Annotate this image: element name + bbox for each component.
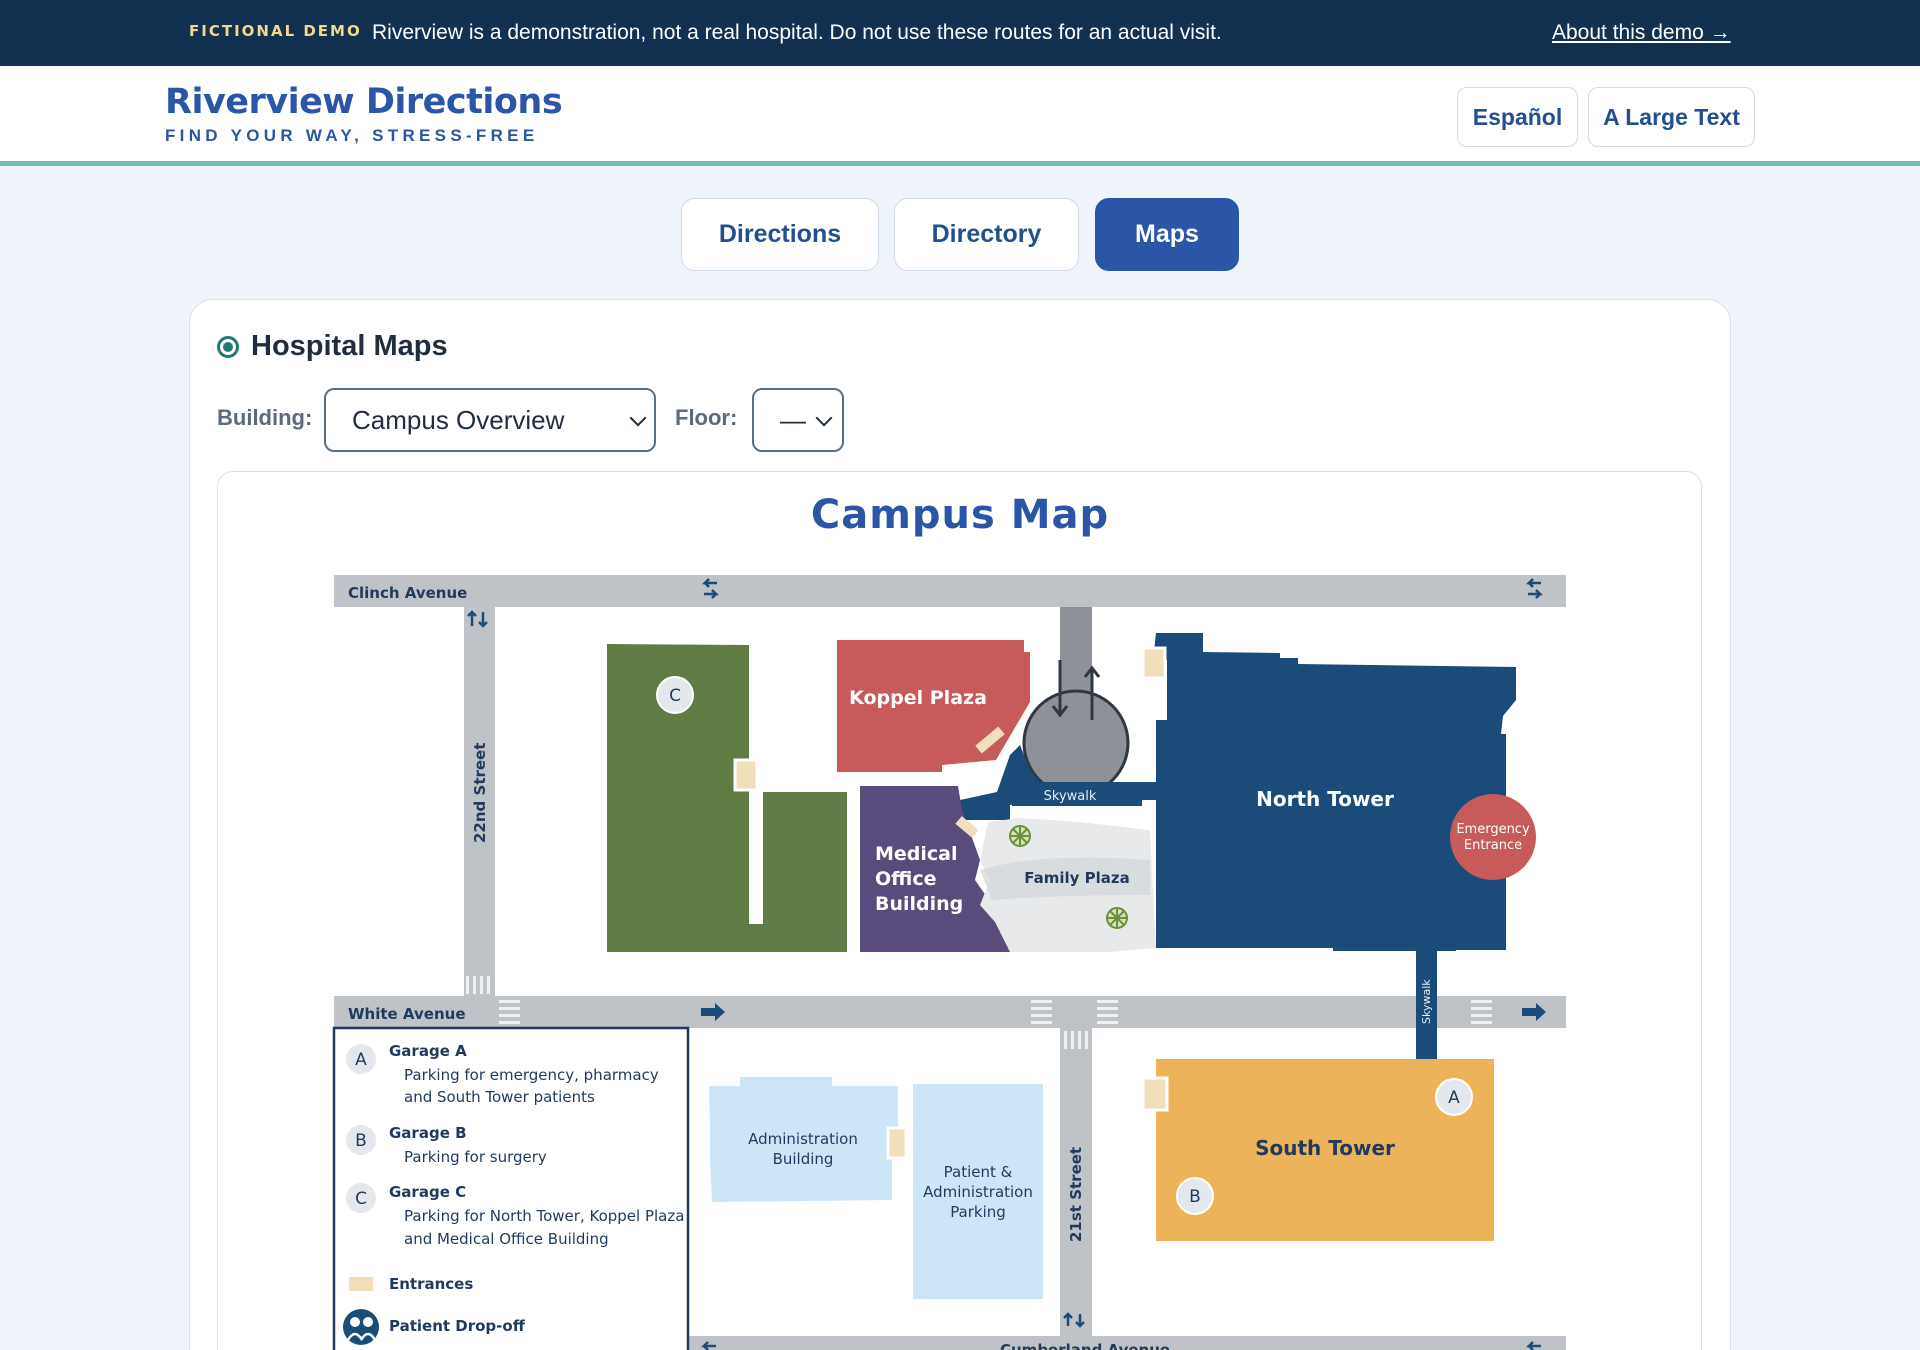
clinch-avenue-road [334, 575, 1566, 607]
legend-garage-a-title: Garage A [389, 1042, 467, 1060]
21st-street-label: 21st Street [1067, 1147, 1085, 1242]
tree-icon [1106, 907, 1128, 929]
cumberland-avenue-label: Cumberland Avenue [1000, 1341, 1170, 1350]
legend-garage-b-desc: Parking for surgery [404, 1148, 547, 1166]
south-tower-label[interactable]: South Tower [1255, 1136, 1395, 1160]
white-avenue-label: White Avenue [348, 1005, 466, 1023]
garage-a-icon-letter: A [355, 1050, 367, 1070]
floor-label: Floor: [675, 405, 738, 430]
family-plaza-label[interactable]: Family Plaza [1024, 869, 1130, 887]
legend-dropoff: Patient Drop-off [389, 1317, 526, 1335]
legend-garage-c-title: Garage C [389, 1183, 466, 1201]
skywalk-vertical-label: Skywalk [1420, 979, 1433, 1024]
map-pin-icon [217, 335, 239, 358]
entrance-marker [886, 1126, 908, 1160]
skywalk-label: Skywalk [1044, 789, 1097, 804]
admin-label-1[interactable]: Administration [748, 1130, 858, 1148]
legend-entrances: Entrances [389, 1275, 473, 1293]
garage-b-icon-letter: B [355, 1131, 367, 1151]
site-header: Riverview Directions FIND YOUR WAY, STRE… [0, 66, 1920, 166]
site-tagline: FIND YOUR WAY, STRESS-FREE [165, 126, 539, 145]
patient-dropoff-circle [1022, 689, 1130, 797]
legend-garage-c-desc-2: and Medical Office Building [404, 1230, 609, 1248]
mob-label-2: Office [875, 868, 937, 890]
entrance-marker [1141, 1076, 1169, 1112]
legend-garage-a-desc-2: and South Tower patients [404, 1088, 595, 1106]
garage-c-building [607, 644, 847, 952]
entrance-marker [1141, 646, 1167, 680]
emergency-entrance-label-2: Entrance [1464, 838, 1522, 853]
patient-dropoff-icon [343, 1309, 379, 1345]
parking-label-2: Administration [923, 1183, 1033, 1201]
parking-label-1[interactable]: Patient & [944, 1163, 1013, 1181]
building-select[interactable]: Campus Overview [324, 388, 656, 452]
floor-select[interactable]: — [752, 388, 844, 452]
chevron-down-icon [815, 409, 833, 427]
clinch-avenue-label: Clinch Avenue [348, 584, 467, 602]
chevron-down-icon [629, 409, 647, 427]
about-demo-link[interactable]: About this demo → [1552, 21, 1731, 45]
north-tower-label[interactable]: North Tower [1256, 787, 1394, 811]
building-label: Building: [217, 405, 313, 430]
garage-b-marker-label: B [1189, 1187, 1201, 1207]
garage-c-gap [749, 792, 763, 924]
building-select-value: Campus Overview [352, 404, 565, 435]
campus-map[interactable]: Clinch Avenue White Avenue Cumberland Av… [320, 560, 1590, 1350]
floor-select-value: — [780, 404, 806, 435]
entrance-marker [733, 758, 759, 792]
tab-directory[interactable]: Directory [894, 198, 1079, 271]
garage-c-marker-label: C [669, 686, 681, 706]
mob-label-3: Building [875, 893, 963, 915]
emergency-entrance-label-1: Emergency [1456, 822, 1530, 837]
tab-directions[interactable]: Directions [681, 198, 879, 271]
22nd-street-label: 22nd Street [471, 743, 489, 843]
parking-label-3: Parking [950, 1203, 1006, 1221]
admin-label-2: Building [773, 1150, 834, 1168]
language-button[interactable]: Español [1457, 87, 1578, 147]
legend-garage-c-desc-1: Parking for North Tower, Koppel Plaza [404, 1207, 684, 1225]
tab-maps[interactable]: Maps [1095, 198, 1239, 271]
demo-banner: FICTIONAL DEMO Riverview is a demonstrat… [0, 0, 1920, 66]
entrance-legend-swatch [349, 1277, 373, 1291]
mob-label-1[interactable]: Medical [875, 843, 958, 865]
tree-icon [1009, 825, 1031, 847]
legend-garage-b-title: Garage B [389, 1124, 467, 1142]
koppel-plaza-label[interactable]: Koppel Plaza [849, 687, 987, 709]
emergency-entrance-marker[interactable] [1450, 794, 1536, 880]
map-title: Campus Map [810, 492, 1110, 538]
panel-title: Hospital Maps [217, 330, 448, 363]
legend-garage-a-desc-1: Parking for emergency, pharmacy [404, 1066, 659, 1084]
site-title[interactable]: Riverview Directions [165, 82, 563, 122]
garage-c-icon-letter: C [355, 1189, 367, 1209]
drive-road [1060, 607, 1092, 695]
large-text-button[interactable]: A Large Text [1588, 87, 1755, 147]
panel-title-text: Hospital Maps [251, 330, 448, 362]
demo-tag: FICTIONAL DEMO [189, 22, 362, 40]
garage-a-marker-label: A [1448, 1088, 1460, 1108]
demo-message: Riverview is a demonstration, not a real… [372, 21, 1222, 44]
